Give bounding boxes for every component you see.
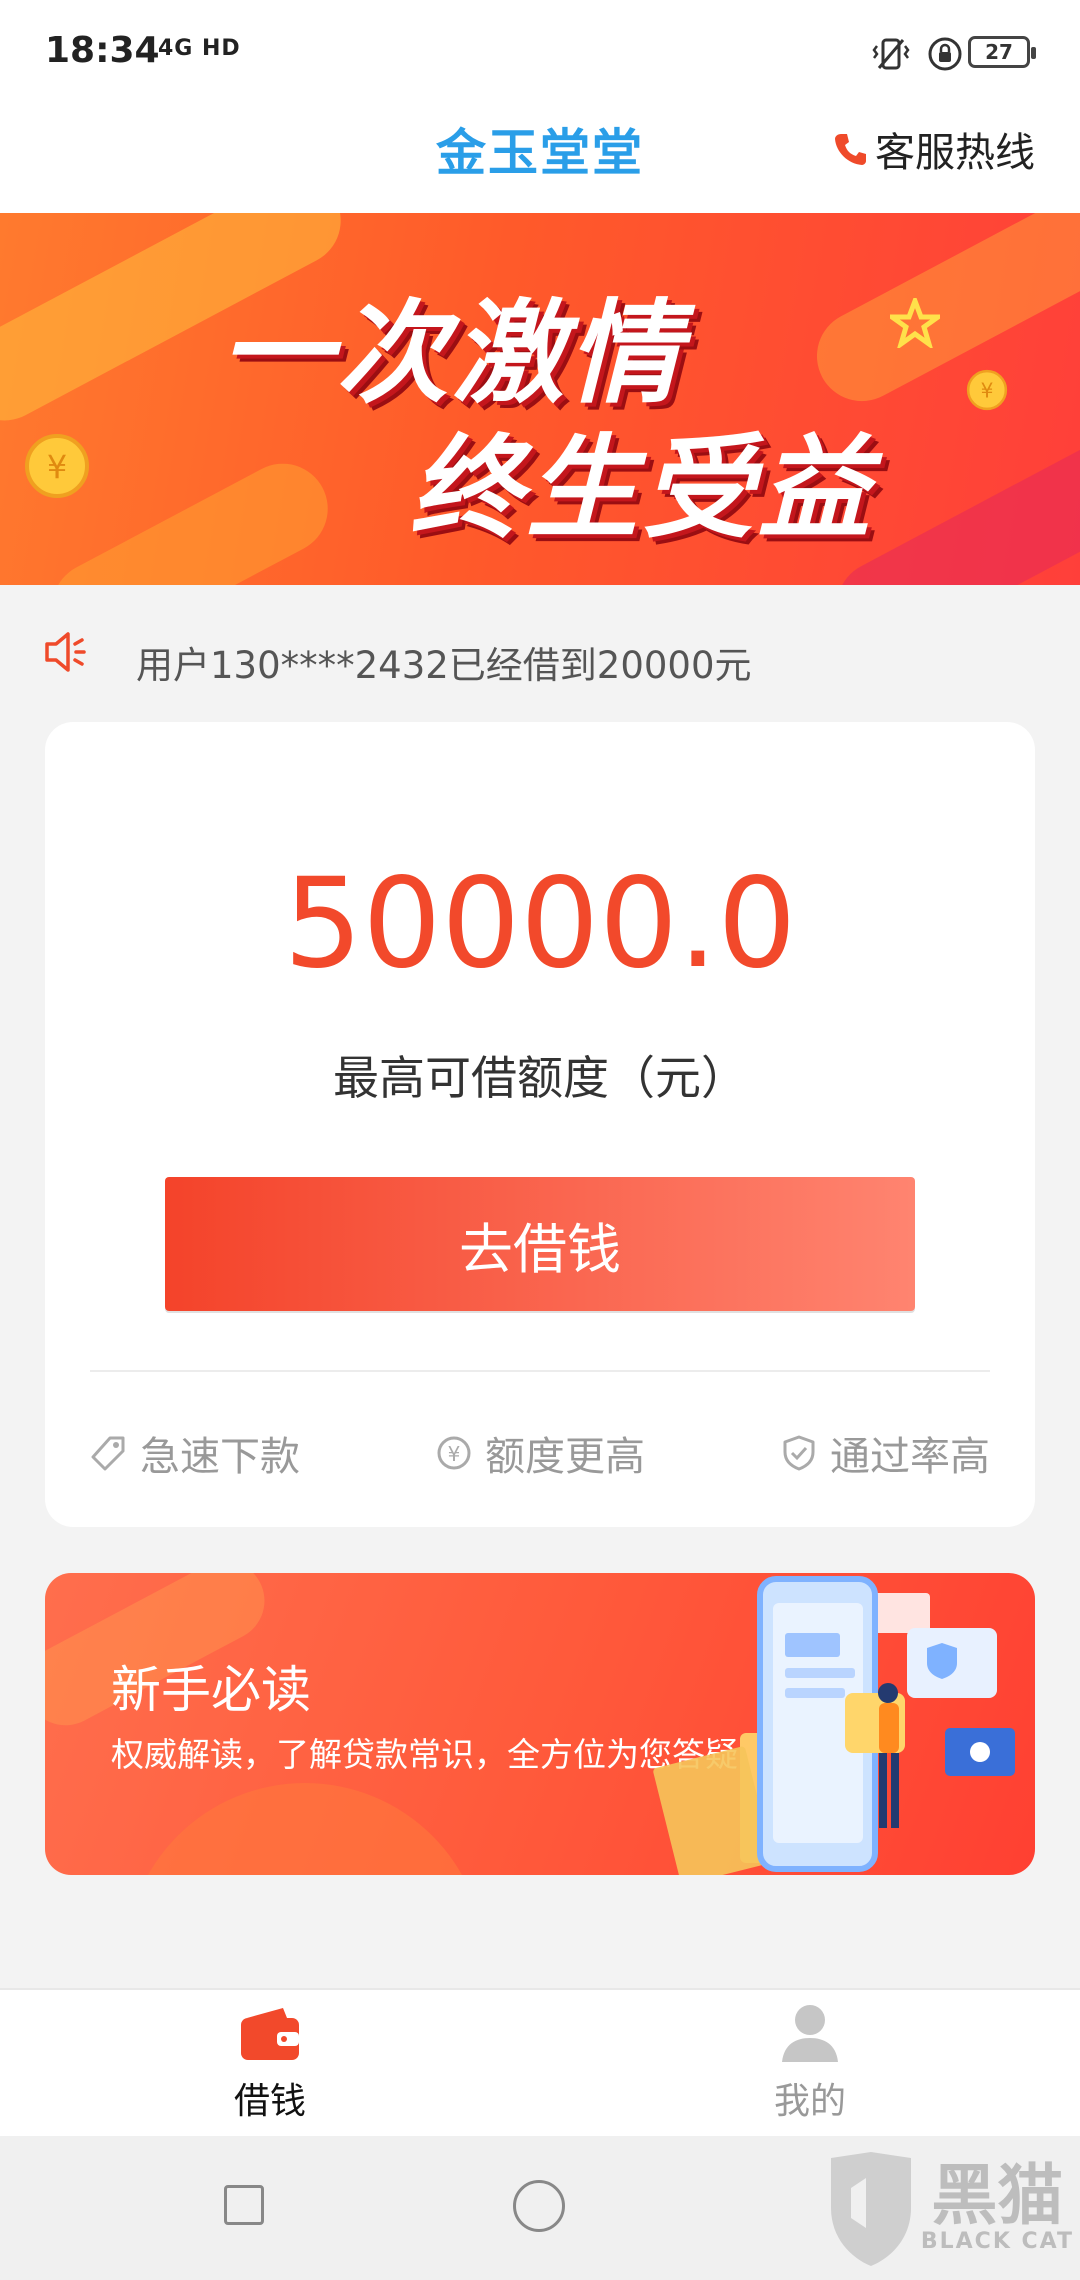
- phone-illustration-icon: [653, 1576, 1015, 1875]
- feature-label: 急速下款: [140, 1434, 300, 1480]
- shield-check-icon: [783, 1435, 815, 1471]
- watermark-text: 黑猫: [931, 2156, 1064, 2234]
- beginner-guide-banner[interactable]: 新手必读 权威解读，了解贷款常识，全方位为您答疑: [45, 1573, 1035, 1875]
- watermark-subtext: BLACK CAT: [920, 2228, 1074, 2254]
- nav-item-mine[interactable]: 我的: [540, 1990, 1080, 2138]
- network-indicator: 4G HD: [158, 36, 241, 61]
- feature-high-approval: 通过率高: [780, 1424, 990, 1482]
- star-icon: [890, 298, 940, 348]
- battery-indicator: 27: [968, 36, 1036, 68]
- nav-label-borrow: 借钱: [233, 2081, 306, 2122]
- banner-slogan-line2: 终生受益: [410, 424, 874, 554]
- black-cat-logo-icon: [830, 2152, 911, 2266]
- promo-banner[interactable]: ¥ ¥ 一次激情 终生受益: [0, 213, 1080, 585]
- svg-text:¥: ¥: [47, 448, 67, 486]
- svg-text:¥: ¥: [981, 379, 994, 403]
- loan-card: 50000.0 最高可借额度（元） 去借钱 急速下款 ¥ 额度更高 通过率高: [45, 722, 1035, 1527]
- tag-icon: [91, 1436, 125, 1471]
- watermark: 黑猫 BLACK CAT: [821, 2136, 1080, 2280]
- nav-item-borrow[interactable]: 借钱: [0, 1990, 540, 2138]
- coin-icon: ¥: [25, 434, 89, 498]
- rotation-lock-icon: [928, 37, 962, 71]
- guide-title: 新手必读: [111, 1661, 311, 1719]
- feature-label: 通过率高: [830, 1434, 990, 1480]
- app-header: 金玉堂堂 客服热线: [0, 100, 1080, 215]
- borrow-button[interactable]: 去借钱: [165, 1177, 915, 1311]
- max-amount-label: 最高可借额度（元）: [333, 1051, 747, 1105]
- user-icon: [782, 2005, 838, 2062]
- bottom-nav: 借钱 我的: [0, 1988, 1080, 2138]
- recent-apps-button[interactable]: [224, 2185, 264, 2225]
- feature-higher-limit: ¥ 额度更高: [435, 1424, 645, 1482]
- home-button[interactable]: [513, 2180, 565, 2232]
- nav-label-mine: 我的: [773, 2081, 846, 2122]
- hotline-label: 客服热线: [875, 130, 1035, 176]
- card-divider: [90, 1370, 990, 1372]
- svg-text:¥: ¥: [448, 1442, 461, 1466]
- yen-circle-icon: ¥: [437, 1436, 471, 1470]
- notice-text: 用户130****2432已经借到20000元: [136, 644, 752, 687]
- status-bar: 18:34 4G HD 27: [0, 0, 1080, 100]
- feature-label: 额度更高: [485, 1434, 645, 1480]
- notice-bar: 用户130****2432已经借到20000元: [0, 585, 1080, 725]
- vibrate-icon: [872, 38, 910, 70]
- hotline-button[interactable]: 客服热线: [833, 120, 1035, 178]
- wallet-icon: [241, 2008, 299, 2060]
- feature-fast-payout: 急速下款: [90, 1424, 300, 1482]
- coin-icon: ¥: [966, 369, 1008, 411]
- system-nav-bar: 黑猫 BLACK CAT: [0, 2136, 1080, 2280]
- phone-icon: [835, 134, 866, 165]
- max-amount: 50000.0: [283, 852, 797, 996]
- status-time: 18:34: [45, 30, 160, 71]
- speaker-icon: [45, 632, 86, 672]
